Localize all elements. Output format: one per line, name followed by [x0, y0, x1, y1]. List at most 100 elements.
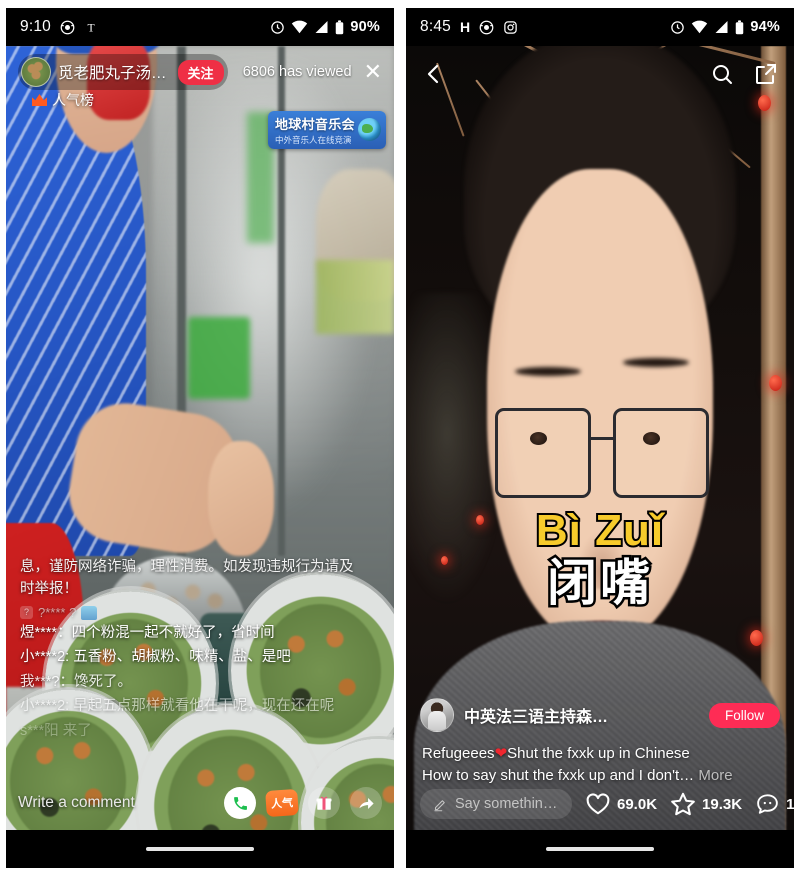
heart-icon [585, 791, 611, 817]
right-nav-bar [406, 830, 794, 868]
author-name[interactable]: 中英法三语主持森… [464, 703, 608, 727]
search-icon[interactable] [710, 62, 734, 86]
comment-text: ：四个粉混一起不就好了，省时间 [57, 625, 275, 641]
left-live-header: 觅老肥丸子汤… 关注 6806 has viewed ✕ [6, 54, 394, 90]
comment-bubble-icon [755, 792, 780, 817]
like-count: 69.0K [617, 795, 658, 813]
status-time: 9:10 [20, 18, 51, 35]
battery-icon [335, 19, 344, 35]
comment-text: 来了 [58, 722, 92, 739]
follow-button[interactable]: 关注 [177, 59, 224, 85]
comment-text: : 早起五点那样就看他在干呢，现在还在呢 [65, 698, 335, 715]
screen-record-icon [60, 20, 75, 35]
network-type-label: H [459, 19, 471, 35]
star-icon [670, 791, 696, 817]
comment-button[interactable]: 1581 [755, 792, 794, 817]
left-nav-bar [6, 830, 394, 868]
left-bottom-action-bar: Write a comment 人气 [6, 776, 394, 830]
left-live-video[interactable] [6, 46, 394, 868]
status-left-group: 9:10 T [20, 18, 98, 36]
back-chevron-icon[interactable] [422, 62, 446, 86]
author-row: 中英法三语主持森… Follow [420, 698, 780, 732]
alarm-icon [270, 20, 285, 35]
comment-nickname: 我***? [20, 673, 60, 690]
caption-line1-post: Shut the fxxk up in Chinese [507, 745, 690, 762]
safety-notice-text: 息，谨防网络诈骗，理性消费。如发现违规行为请及时举报！ [20, 559, 354, 598]
pencil-icon [433, 797, 448, 812]
comment-text: ：馋死了。 [59, 673, 133, 690]
status-right-group: 94% [670, 19, 780, 35]
battery-percent: 94% [750, 19, 780, 35]
level-badge-icon: ? [20, 606, 33, 619]
viewer-count: 6806 has viewed [242, 64, 352, 80]
comment-nickname: s***阳 [20, 722, 59, 739]
right-nav-icon-group [710, 62, 778, 86]
right-phone-screenshot: 8:45 H 94% Bì Zuǐ 闭嘴 中英法三语主持森… Follow Re… [406, 8, 794, 868]
comment-item: 小****2: 早起五点那样就看他在干呢，现在还在呢 [20, 695, 372, 717]
signal-icon [714, 20, 729, 34]
close-icon[interactable]: ✕ [364, 61, 382, 83]
heart-emoji-icon: ❤ [494, 745, 508, 762]
share-icon[interactable] [350, 787, 382, 819]
comment-item: 小****2: 五香粉、胡椒粉、味精、盐、是吧 [20, 646, 372, 668]
status-right-group: 90% [270, 19, 380, 35]
battery-percent: 90% [350, 19, 380, 35]
voice-call-icon[interactable] [224, 787, 256, 819]
avatar[interactable] [420, 698, 454, 732]
battery-icon [735, 19, 744, 35]
follow-button[interactable]: Follow [708, 702, 780, 728]
event-subtitle: 中外音乐人在线竞演 [275, 135, 352, 145]
comment-nickname: 煜**** [20, 625, 58, 641]
like-button[interactable]: 69.0K [585, 791, 657, 817]
comment-text: : 五香粉、胡椒粉、味精、盐、是吧 [65, 649, 291, 666]
share-external-icon[interactable] [754, 62, 778, 86]
gift-icon[interactable] [308, 787, 340, 819]
popularity-icon[interactable]: 人气 [265, 788, 299, 818]
dual-screenshot-stage: 9:10 T 90% 觅老肥丸子汤… 关注 6806 has viewed ✕ … [0, 0, 800, 875]
svg-text:T: T [87, 21, 94, 34]
comment-input[interactable]: Say somethin… [420, 789, 572, 819]
favorite-button[interactable]: 19.3K [670, 791, 742, 817]
home-indicator[interactable] [546, 847, 654, 851]
comment-item: 煜****：四个粉混一起不就好了，省时间 [20, 622, 372, 644]
event-promo-badge[interactable]: 地球村音乐会 中外音乐人在线竞演 [268, 111, 386, 149]
comment-nickname: 小****2 [20, 698, 66, 715]
favorite-count: 19.3K [702, 795, 743, 813]
host-info-pill[interactable]: 觅老肥丸子汤… 关注 [18, 54, 228, 90]
host-name: 觅老肥丸子汤… [58, 65, 167, 82]
crown-icon [32, 94, 47, 106]
event-title: 地球村音乐会 [275, 117, 355, 132]
caption-line-1: Refugeees❤Shut the fxxk up in Chinese [422, 743, 780, 765]
right-action-bar: Say somethin… 69.0K 19.3K 1581 [420, 778, 794, 830]
avatar[interactable] [21, 57, 51, 87]
signal-icon [314, 20, 329, 34]
pagoda-emoji-icon [81, 605, 98, 620]
comment-count: 1581 [786, 795, 794, 813]
comment-nickname: 小****2 [20, 649, 66, 666]
home-indicator[interactable] [146, 847, 254, 851]
live-comment-list[interactable]: ? ?**** ? 煜****：四个粉混一起不就好了，省时间 小****2: 五… [20, 605, 372, 742]
left-video-frame [6, 46, 394, 868]
status-time: 8:45 [420, 18, 451, 35]
comment-item: 我***?：馋死了。 [20, 671, 372, 693]
screen-record-icon [479, 20, 494, 35]
nyt-app-icon: T [84, 20, 98, 35]
wifi-icon [291, 20, 308, 34]
right-status-bar: 8:45 H 94% [406, 8, 794, 46]
wifi-icon [691, 20, 708, 34]
comment-input[interactable]: Write a comment [18, 794, 214, 812]
alarm-icon [670, 20, 685, 35]
comment-placeholder: Say somethin… [455, 796, 556, 812]
system-comment-row: ? ?**** ? [20, 605, 372, 620]
status-left-group: 8:45 H [420, 18, 518, 36]
system-comment-text: ?**** ? [38, 605, 77, 620]
right-top-nav [406, 54, 794, 94]
left-phone-screenshot: 9:10 T 90% 觅老肥丸子汤… 关注 6806 has viewed ✕ … [6, 8, 394, 868]
comment-item: s***阳 来了 [20, 720, 372, 742]
rank-label: 人气榜 [52, 92, 94, 108]
caption-line1-pre: Refugeees [422, 745, 495, 762]
globe-icon [358, 118, 381, 141]
left-status-bar: 9:10 T 90% [6, 8, 394, 46]
instagram-icon [503, 20, 518, 35]
popularity-rank-badge[interactable]: 人气榜 [32, 90, 94, 110]
